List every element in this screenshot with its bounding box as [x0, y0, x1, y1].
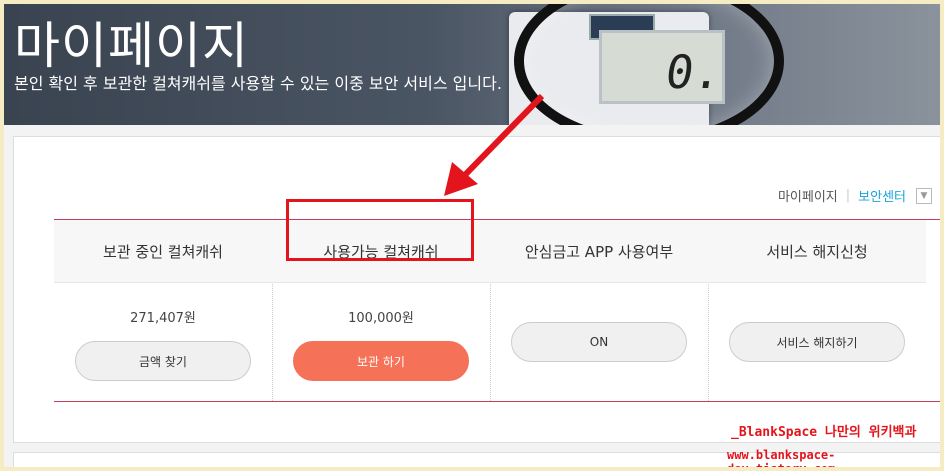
- available-amount: 100,000원: [348, 311, 414, 326]
- app-on-toggle[interactable]: ON: [511, 322, 687, 362]
- watermark-title: _BlankSpace 나만의 위키백과: [731, 425, 917, 440]
- security-table: 보관 중인 컬쳐캐쉬 271,407원 금액 찾기 사용가능 컬쳐캐쉬 100,…: [54, 219, 940, 402]
- stored-amount: 271,407원: [130, 311, 196, 326]
- cancel-service-button[interactable]: 서비스 해지하기: [729, 322, 905, 362]
- breadcrumb-home[interactable]: 마이페이지: [778, 186, 838, 205]
- col-app-usage: 안심금고 APP 사용여부 ON: [490, 220, 709, 401]
- annotation-arrow-icon: [444, 93, 545, 196]
- annotation-highlight-box: [286, 199, 474, 261]
- page-subtitle: 본인 확인 후 보관한 컬쳐캐쉬를 사용할 수 있는 이중 보안 서비스 입니다…: [14, 74, 502, 93]
- watermark-url: www.blankspace-dev.tistory.com: [727, 448, 836, 467]
- col-header: 서비스 해지신청: [708, 220, 926, 283]
- find-amount-button[interactable]: 금액 찾기: [75, 341, 251, 381]
- page-title: 마이페이지: [14, 17, 249, 75]
- col-stored-cash: 보관 중인 컬쳐캐쉬 271,407원 금액 찾기: [54, 220, 273, 401]
- breadcrumb: 마이페이지 | 보안센터 ▼: [778, 186, 932, 205]
- col-header: 안심금고 APP 사용여부: [490, 220, 708, 283]
- col-cancel-service: 서비스 해지신청 서비스 해지하기: [708, 220, 926, 401]
- store-button[interactable]: 보관 하기: [293, 341, 469, 381]
- col-header: 보관 중인 컬쳐캐쉬: [54, 220, 272, 283]
- magnifier-lens: [514, 4, 784, 125]
- breadcrumb-current[interactable]: 보안센터: [858, 186, 906, 205]
- chevron-down-icon[interactable]: ▼: [916, 187, 932, 204]
- breadcrumb-separator: |: [845, 188, 851, 203]
- page-frame: 0. 마이페이지 본인 확인 후 보관한 컬쳐캐쉬를 사용할 수 있는 이중 보…: [4, 4, 940, 467]
